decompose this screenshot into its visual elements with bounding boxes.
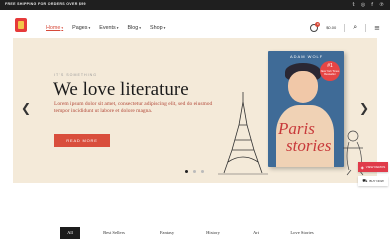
chevron-down-icon: ▾ bbox=[139, 26, 142, 30]
nav-events[interactable]: Events ▾ bbox=[99, 25, 118, 31]
category-tabs: All Best Sellers Fantasy History Art Lov… bbox=[60, 227, 332, 239]
cart-icon: ⛟ bbox=[362, 178, 368, 183]
layers-icon: ◈ bbox=[360, 164, 364, 170]
category-tab-history[interactable]: History bbox=[186, 227, 240, 239]
cart-total[interactable]: $0.00 bbox=[326, 25, 336, 30]
nav-shop-label: Shop bbox=[150, 25, 163, 31]
sticker-number: #1 bbox=[327, 63, 333, 69]
top-bar: FREE SHIPPING FOR ORDERS OVER $99 𝕥 ◎ f … bbox=[0, 0, 390, 10]
hero-headline: We love literature bbox=[53, 79, 189, 100]
nav-home-label: Home bbox=[46, 25, 61, 31]
cart-count-badge: 0 bbox=[315, 21, 321, 27]
category-tab-all[interactable]: All bbox=[60, 227, 80, 239]
header-actions: 0 $0.00 ⌕ ≡ bbox=[310, 21, 380, 32]
category-tab-fantasy[interactable]: Fantasy bbox=[148, 227, 186, 239]
social-links: 𝕥 ◎ f ℗ bbox=[353, 1, 384, 9]
slider-pagination bbox=[185, 170, 204, 173]
category-tab-art[interactable]: Art bbox=[240, 227, 272, 239]
nav-home[interactable]: Home ▾ bbox=[46, 25, 63, 31]
category-tab-best-sellers[interactable]: Best Sellers bbox=[80, 227, 148, 239]
book-title-line2: stories bbox=[286, 136, 332, 155]
site-header: Home ▾ Pages ▾ Events ▾ Blog ▾ Shop ▾ 0 $0.00… bbox=[0, 10, 390, 38]
slider-dot-1[interactable] bbox=[185, 170, 188, 173]
read-more-button[interactable]: READ MORE bbox=[54, 134, 110, 147]
buy-now-label: BUY NOW bbox=[369, 179, 384, 183]
hero-lead-text: Lorem ipsum dolor sit amet, consectetur … bbox=[54, 101, 213, 114]
book-illustration-face bbox=[288, 71, 318, 103]
nav-shop[interactable]: Shop ▾ bbox=[150, 25, 165, 31]
hero-slider: ❮ ❯ IT'S SOMETHING We love literature Lo… bbox=[13, 38, 377, 183]
buy-now-button[interactable]: ⛟ BUY NOW bbox=[358, 176, 388, 186]
nav-events-label: Events bbox=[99, 25, 116, 31]
instagram-icon[interactable]: ◎ bbox=[361, 1, 365, 9]
hero-eyebrow: IT'S SOMETHING bbox=[54, 73, 98, 77]
category-tab-love-stories[interactable]: Love Stories bbox=[272, 227, 332, 239]
divider bbox=[365, 23, 367, 32]
chevron-down-icon: ▾ bbox=[61, 26, 64, 30]
nav-blog[interactable]: Blog ▾ bbox=[127, 25, 141, 31]
sticker-text: New York Times Bestseller bbox=[320, 70, 340, 76]
cart-icon[interactable]: 0 bbox=[310, 21, 321, 32]
nav-pages[interactable]: Pages ▾ bbox=[72, 25, 90, 31]
book-author: ADAM WOLF bbox=[290, 54, 324, 59]
chevron-down-icon: ▾ bbox=[88, 26, 91, 30]
search-icon[interactable]: ⌕ bbox=[353, 23, 357, 32]
pinterest-icon[interactable]: ℗ bbox=[379, 1, 384, 9]
site-logo[interactable] bbox=[15, 18, 27, 32]
slider-prev-arrow-icon[interactable]: ❮ bbox=[21, 101, 31, 115]
nav-pages-label: Pages bbox=[72, 25, 88, 31]
hamburger-menu-icon[interactable]: ≡ bbox=[374, 24, 380, 32]
nav-blog-label: Blog bbox=[127, 25, 139, 31]
view-demos-label: VIEW DEMOS bbox=[365, 165, 386, 169]
view-demos-button[interactable]: ◈ VIEW DEMOS bbox=[358, 162, 388, 172]
chevron-down-icon: ▾ bbox=[163, 26, 166, 30]
slider-next-arrow-icon[interactable]: ❯ bbox=[359, 101, 369, 115]
divider bbox=[344, 23, 346, 32]
chevron-down-icon: ▾ bbox=[116, 26, 119, 30]
bestseller-sticker: #1 New York Times Bestseller bbox=[320, 61, 340, 81]
twitter-icon[interactable]: 𝕥 bbox=[353, 1, 355, 9]
shipping-promo: FREE SHIPPING FOR ORDERS OVER $99 bbox=[5, 2, 86, 6]
slider-dot-3[interactable] bbox=[201, 170, 204, 173]
featured-book-cover[interactable]: ADAM WOLF #1 New York Times Bestseller P… bbox=[268, 51, 344, 167]
eiffel-tower-sketch bbox=[218, 92, 268, 175]
main-nav: Home ▾ Pages ▾ Events ▾ Blog ▾ Shop ▾ bbox=[46, 25, 165, 31]
slider-dot-2[interactable] bbox=[193, 170, 196, 173]
facebook-icon[interactable]: f bbox=[371, 1, 373, 9]
